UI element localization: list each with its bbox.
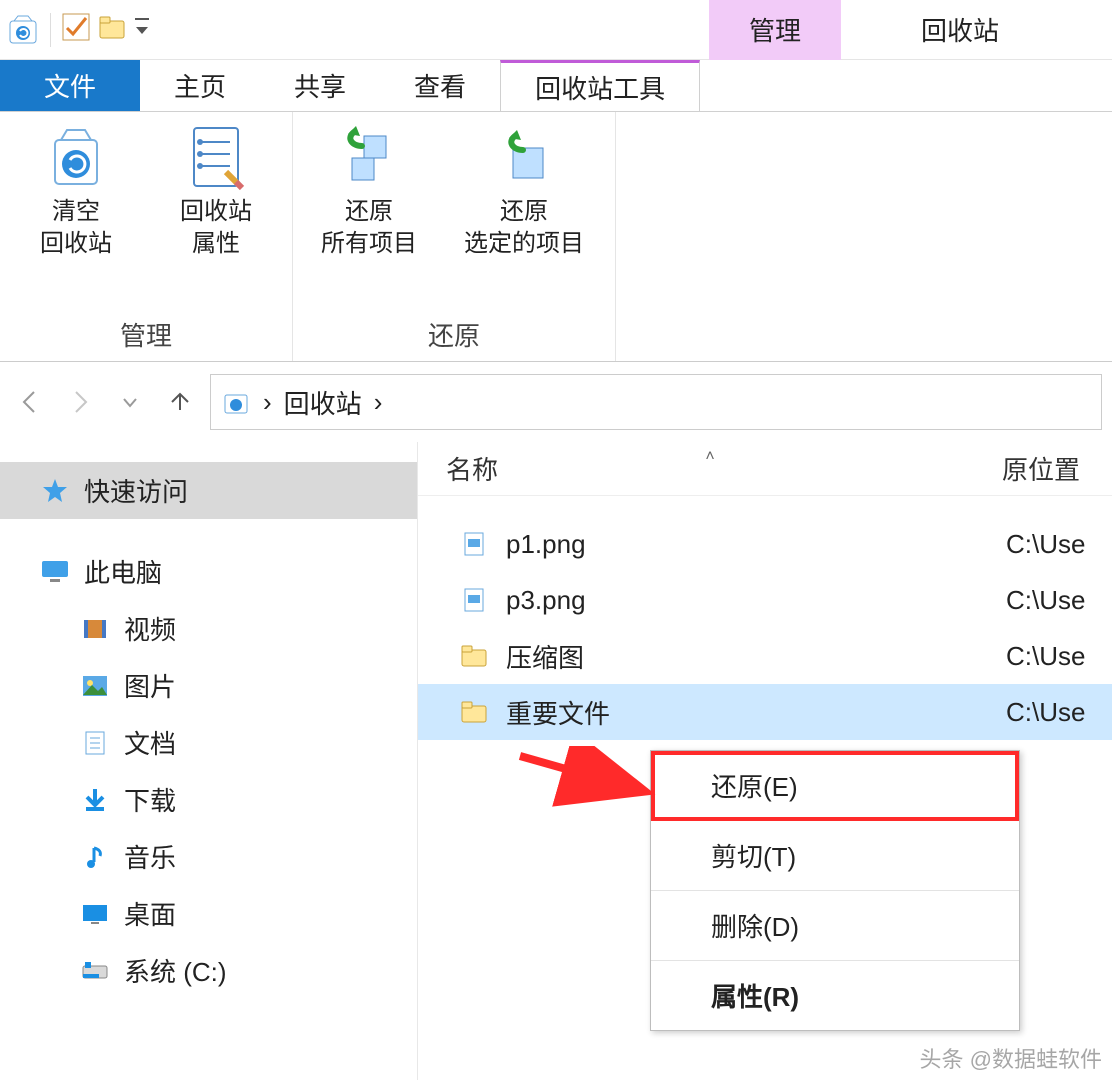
qat-new-folder-icon[interactable] <box>97 12 127 47</box>
qat-checkbox-icon[interactable] <box>61 12 91 47</box>
ribbon: 清空 回收站 回收站 属性 管理 还原 所有项目 还 <box>0 112 1112 362</box>
column-headers: ˄ 名称 原位置 <box>418 442 1112 496</box>
drive-icon <box>80 956 110 986</box>
folder-icon <box>458 640 490 672</box>
navigation-row: › 回收站 › <box>0 362 1112 442</box>
restore-selected-icon <box>489 122 559 192</box>
sidebar-item-pictures[interactable]: 图片 <box>0 657 417 714</box>
sidebar-item-documents[interactable]: 文档 <box>0 714 417 771</box>
sidebar-item-videos[interactable]: 视频 <box>0 600 417 657</box>
context-menu-properties[interactable]: 属性(R) <box>651 961 1019 1030</box>
file-list: p1.pngC:\Usep3.pngC:\Use压缩图C:\Use重要文件C:\… <box>418 496 1112 740</box>
tab-view[interactable]: 查看 <box>380 60 500 111</box>
music-label: 音乐 <box>124 838 176 875</box>
file-original-location: C:\Use <box>1006 641 1112 672</box>
address-location[interactable]: 回收站 <box>284 384 362 421</box>
file-original-location: C:\Use <box>1006 697 1112 728</box>
restore-selected-label: 还原 选定的项目 <box>464 196 584 261</box>
address-bar[interactable]: › 回收站 › <box>210 374 1102 430</box>
empty-bin-icon <box>41 122 111 192</box>
desktop-label: 桌面 <box>124 895 176 932</box>
pictures-icon <box>80 671 110 701</box>
ribbon-tabs: 文件 主页 共享 查看 回收站工具 <box>0 60 1112 112</box>
column-name[interactable]: ˄ 名称 <box>418 450 1002 487</box>
system-c-label: 系统 (C:) <box>124 952 227 989</box>
restore-selected-button[interactable]: 还原 选定的项目 <box>449 122 599 261</box>
videos-label: 视频 <box>124 610 176 647</box>
up-button[interactable] <box>160 382 200 422</box>
file-name: 压缩图 <box>506 638 1006 675</box>
quick-access-label: 快速访问 <box>84 472 188 509</box>
file-row[interactable]: p1.pngC:\Use <box>418 516 1112 572</box>
image-file-icon <box>458 528 490 560</box>
sidebar-item-this-pc[interactable]: 此电脑 <box>0 543 417 600</box>
sidebar-item-downloads[interactable]: 下载 <box>0 771 417 828</box>
sidebar-item-music[interactable]: 音乐 <box>0 828 417 885</box>
navigation-sidebar: 快速访问 此电脑 视频 图片 文档 下载 音乐 桌面 <box>0 442 418 1080</box>
empty-recycle-bin-button[interactable]: 清空 回收站 <box>16 122 136 261</box>
context-menu-restore[interactable]: 还原(E) <box>651 751 1019 821</box>
file-row[interactable]: 重要文件C:\Use <box>418 684 1112 740</box>
back-button[interactable] <box>10 382 50 422</box>
address-sep2: › <box>374 387 383 418</box>
recycle-bin-properties-button[interactable]: 回收站 属性 <box>156 122 276 261</box>
ribbon-group-manage: 清空 回收站 回收站 属性 管理 <box>0 112 293 361</box>
contextual-tab-header: 管理 <box>709 0 841 60</box>
file-row[interactable]: 压缩图C:\Use <box>418 628 1112 684</box>
file-original-location: C:\Use <box>1006 585 1112 616</box>
sort-ascending-icon: ˄ <box>705 448 714 466</box>
forward-button[interactable] <box>60 382 100 422</box>
folder-icon <box>458 696 490 728</box>
group-manage-label: 管理 <box>120 312 172 355</box>
ribbon-group-restore: 还原 所有项目 还原 选定的项目 还原 <box>293 112 616 361</box>
address-sep1: › <box>263 387 272 418</box>
downloads-label: 下载 <box>124 781 176 818</box>
watermark: 头条 @数据蛙软件 <box>920 1042 1102 1074</box>
file-row[interactable]: p3.pngC:\Use <box>418 572 1112 628</box>
empty-bin-label: 清空 回收站 <box>40 196 112 261</box>
quick-access-toolbar <box>0 12 157 47</box>
sidebar-item-desktop[interactable]: 桌面 <box>0 885 417 942</box>
tab-share[interactable]: 共享 <box>260 60 380 111</box>
image-file-icon <box>458 584 490 616</box>
file-name: p1.png <box>506 529 1006 560</box>
pictures-label: 图片 <box>124 667 176 704</box>
tab-recycle-tools[interactable]: 回收站工具 <box>500 60 700 111</box>
sidebar-item-quick-access[interactable]: 快速访问 <box>0 462 417 519</box>
videos-icon <box>80 614 110 644</box>
restore-all-icon <box>334 122 404 192</box>
file-name: p3.png <box>506 585 1006 616</box>
recent-dropdown[interactable] <box>110 382 150 422</box>
tab-home[interactable]: 主页 <box>140 60 260 111</box>
column-original-location[interactable]: 原位置 <box>1002 450 1112 487</box>
restore-all-button[interactable]: 还原 所有项目 <box>309 122 429 261</box>
desktop-icon <box>80 899 110 929</box>
column-name-label: 名称 <box>446 455 498 485</box>
context-menu: 还原(E) 剪切(T) 删除(D) 属性(R) <box>650 750 1020 1031</box>
documents-icon <box>80 728 110 758</box>
separator <box>50 13 51 47</box>
restore-all-label: 还原 所有项目 <box>321 196 417 261</box>
sidebar-item-system-c[interactable]: 系统 (C:) <box>0 942 417 999</box>
title-bar: 管理 回收站 <box>0 0 1112 60</box>
this-pc-label: 此电脑 <box>84 553 162 590</box>
properties-label: 回收站 属性 <box>180 196 252 261</box>
star-icon <box>40 476 70 506</box>
qat-dropdown-icon[interactable] <box>133 12 151 47</box>
context-menu-cut[interactable]: 剪切(T) <box>651 821 1019 891</box>
tab-file[interactable]: 文件 <box>0 60 140 111</box>
context-menu-delete[interactable]: 删除(D) <box>651 891 1019 961</box>
group-restore-label: 还原 <box>428 312 480 355</box>
address-recycle-bin-icon <box>221 387 251 417</box>
file-name: 重要文件 <box>506 694 1006 731</box>
downloads-icon <box>80 785 110 815</box>
window-title: 回收站 <box>881 0 1039 60</box>
this-pc-icon <box>40 557 70 587</box>
music-icon <box>80 842 110 872</box>
recycle-bin-icon <box>6 13 40 47</box>
properties-icon <box>181 122 251 192</box>
documents-label: 文档 <box>124 724 176 761</box>
file-original-location: C:\Use <box>1006 529 1112 560</box>
